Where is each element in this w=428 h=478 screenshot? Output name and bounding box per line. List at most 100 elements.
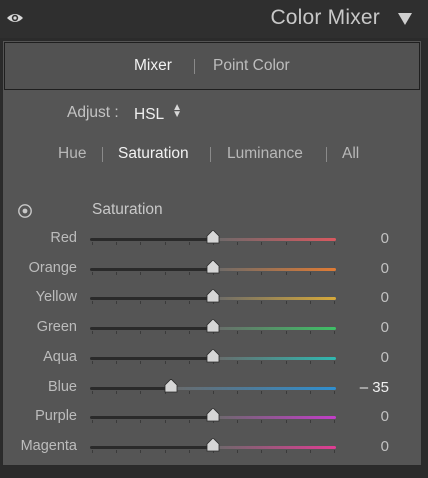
slider-value-red[interactable]: 0: [381, 230, 389, 247]
slider-value-aqua[interactable]: 0: [381, 349, 389, 366]
slider-tick: [285, 450, 287, 453]
slider-tick: [164, 272, 166, 275]
panel-title[interactable]: Color Mixer: [270, 6, 380, 30]
slider-label-blue: Blue: [47, 379, 77, 395]
slider-tick: [140, 272, 142, 275]
slider-ticks: [92, 391, 335, 395]
slider-tick: [237, 391, 239, 394]
slider-tick: [334, 242, 335, 245]
slider-tick: [334, 361, 335, 364]
slider-thumb[interactable]: [206, 438, 220, 452]
slider-track-left: [90, 387, 172, 390]
slider-tick: [92, 420, 93, 423]
slider-purple[interactable]: [90, 408, 336, 426]
slider-tick: [334, 301, 335, 304]
tab-luminance[interactable]: Luminance: [227, 145, 303, 163]
slider-tick: [237, 272, 239, 275]
slider-thumb[interactable]: [206, 408, 220, 422]
slider-track-left: [90, 238, 213, 241]
slider-tick: [285, 242, 287, 245]
slider-track-left: [90, 446, 213, 449]
slider-tick: [164, 420, 166, 423]
tab-saturation[interactable]: Saturation: [118, 145, 189, 163]
slider-thumb[interactable]: [206, 230, 220, 244]
slider-orange[interactable]: [90, 260, 336, 278]
slider-tick: [140, 331, 142, 334]
slider-tick: [188, 331, 190, 334]
slider-tick: [285, 331, 287, 334]
slider-track-color: [213, 268, 336, 271]
slider-red[interactable]: [90, 230, 336, 248]
slider-tick: [140, 450, 142, 453]
slider-track-left: [90, 357, 213, 360]
slider-magenta[interactable]: [90, 438, 336, 456]
slider-value-magenta[interactable]: 0: [381, 438, 389, 455]
eye-icon[interactable]: [6, 10, 24, 26]
slider-tick: [285, 420, 287, 423]
slider-tick: [237, 331, 239, 334]
slider-yellow[interactable]: [90, 289, 336, 307]
slider-tick: [334, 331, 335, 334]
slider-thumb[interactable]: [206, 319, 220, 333]
slider-tick: [140, 301, 142, 304]
tab-point-color[interactable]: Point Color: [213, 57, 290, 75]
slider-thumb[interactable]: [164, 379, 178, 393]
slider-tick: [92, 391, 93, 394]
slider-green[interactable]: [90, 319, 336, 337]
slider-tick: [116, 361, 118, 364]
slider-tick: [261, 331, 263, 334]
slider-tick: [309, 272, 311, 275]
slider-tick: [92, 272, 93, 275]
slider-tick: [261, 301, 263, 304]
slider-value-orange[interactable]: 0: [381, 260, 389, 277]
slider-label-yellow: Yellow: [35, 289, 77, 305]
slider-tick: [334, 272, 335, 275]
slider-tick: [261, 420, 263, 423]
slider-track-left: [90, 327, 213, 330]
slider-blue[interactable]: [90, 379, 336, 397]
slider-track-color: [171, 387, 336, 390]
slider-tick: [140, 361, 142, 364]
slider-thumb[interactable]: [206, 260, 220, 274]
slider-label-orange: Orange: [28, 260, 77, 276]
slider-tick: [309, 420, 311, 423]
slider-thumb[interactable]: [206, 349, 220, 363]
slider-value-yellow[interactable]: 0: [381, 289, 389, 306]
slider-tick: [285, 301, 287, 304]
slider-tick: [334, 391, 335, 394]
slider-value-blue[interactable]: – 35: [360, 379, 389, 396]
tab-separator: [326, 147, 327, 162]
panel-header: Color Mixer: [0, 0, 428, 38]
tab-separator: [194, 59, 195, 74]
slider-tick: [334, 450, 335, 453]
slider-track-color: [213, 297, 336, 300]
slider-tick: [92, 301, 93, 304]
tab-mixer[interactable]: Mixer: [134, 57, 172, 75]
slider-tick: [116, 272, 118, 275]
slider-tick: [164, 450, 166, 453]
slider-tick: [140, 242, 142, 245]
tab-all[interactable]: All: [342, 145, 359, 163]
updown-arrows-icon: ▲ ▼: [172, 102, 183, 120]
slider-tick: [92, 361, 93, 364]
slider-track-left: [90, 297, 213, 300]
slider-track-color: [213, 357, 336, 360]
slider-tick: [334, 420, 335, 423]
slider-value-green[interactable]: 0: [381, 319, 389, 336]
target-adjust-icon[interactable]: [17, 203, 33, 219]
slider-aqua[interactable]: [90, 349, 336, 367]
slider-track-color: [213, 416, 336, 419]
slider-tick: [188, 391, 190, 394]
color-mixer-panel: Mixer Point Color Adjust : HSL ▲ ▼ Hue Sat…: [2, 40, 422, 466]
slider-thumb[interactable]: [206, 289, 220, 303]
slider-tick: [92, 242, 93, 245]
slider-tick: [285, 361, 287, 364]
tab-hue[interactable]: Hue: [58, 145, 86, 163]
slider-tick: [188, 272, 190, 275]
adjust-mode-select[interactable]: HSL ▲ ▼: [134, 102, 183, 124]
slider-tick: [309, 450, 311, 453]
collapse-triangle-icon[interactable]: [398, 13, 412, 25]
slider-value-purple[interactable]: 0: [381, 408, 389, 425]
slider-tick: [188, 301, 190, 304]
slider-tick: [309, 391, 311, 394]
